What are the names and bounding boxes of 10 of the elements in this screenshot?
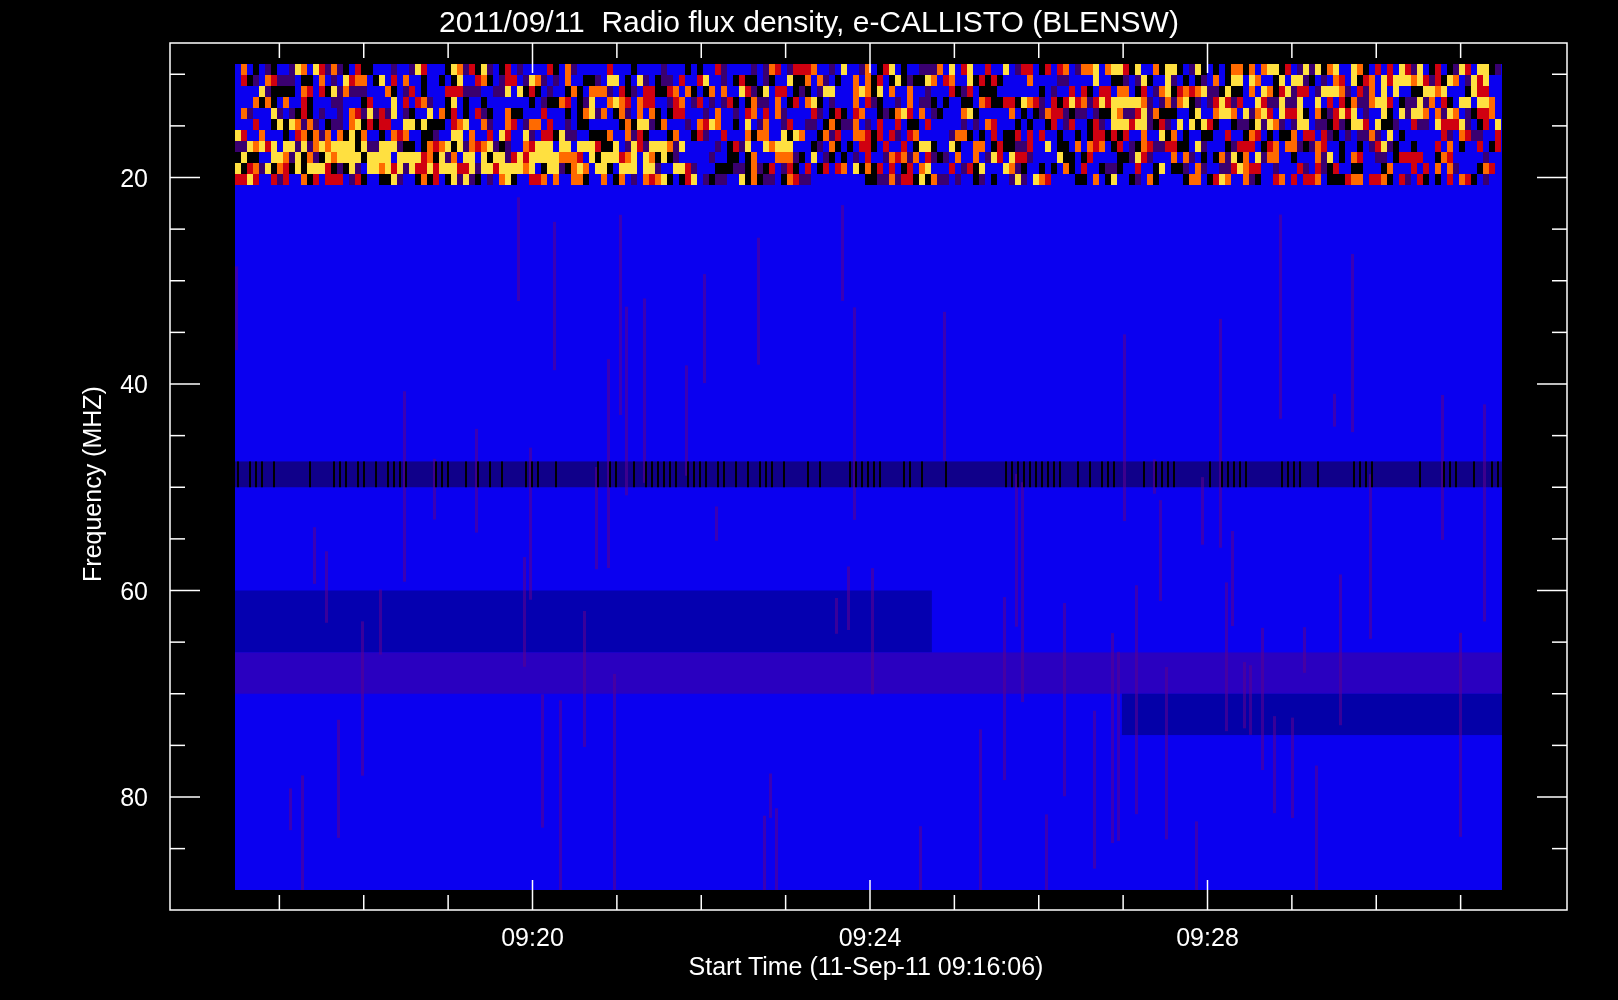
x-tick-label: 09:24 <box>838 923 902 951</box>
y-axis-label: Frequency (MHZ) <box>78 386 106 582</box>
y-tick-label: 20 <box>120 163 148 192</box>
x-axis-label: Start Time (11-Sep-11 09:16:06) <box>688 952 1044 980</box>
chart-title: 2011/09/11 Radio flux density, e-CALLISTO (BLENSW) <box>439 5 1179 38</box>
y-tick-label: 60 <box>120 576 148 605</box>
x-tick-label: 09:20 <box>501 923 564 951</box>
y-tick-label: 40 <box>120 370 148 398</box>
x-tick-label: 09:28 <box>1176 923 1239 951</box>
y-tick-label: 80 <box>120 783 148 811</box>
